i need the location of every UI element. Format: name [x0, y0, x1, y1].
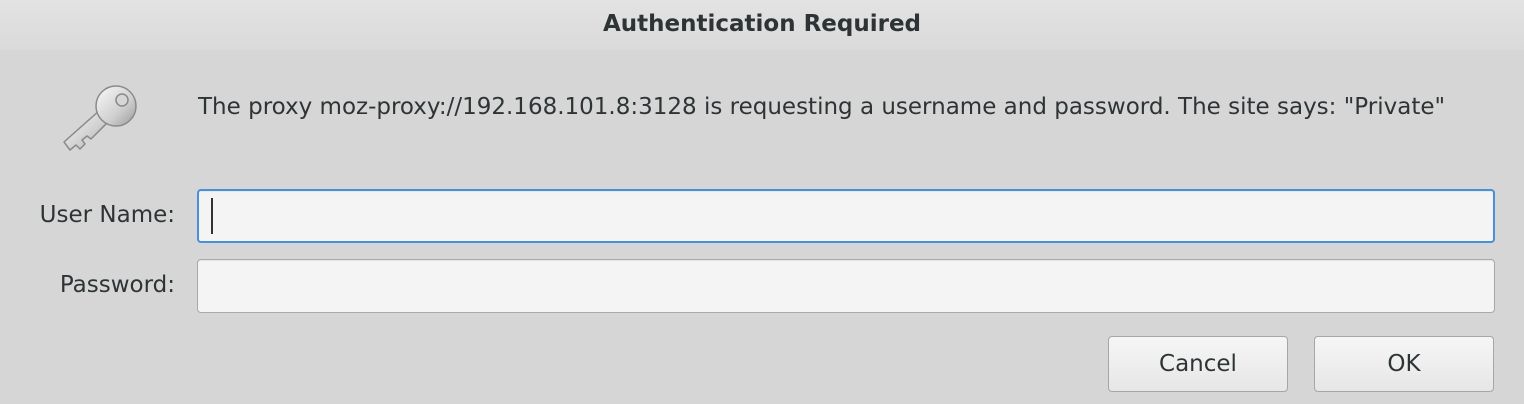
text-caret: [211, 198, 213, 234]
key-icon: [56, 80, 144, 156]
password-field[interactable]: [197, 259, 1495, 313]
username-field[interactable]: [197, 189, 1495, 243]
auth-message: The proxy moz-proxy://192.168.101.8:3128…: [198, 94, 1446, 120]
dialog-title: Authentication Required: [602, 11, 922, 37]
cancel-button[interactable]: Cancel: [1108, 336, 1288, 392]
dialog-titlebar: Authentication Required: [0, 0, 1524, 50]
ok-button[interactable]: OK: [1314, 336, 1494, 392]
username-label: User Name:: [39, 202, 175, 228]
password-label: Password:: [59, 272, 175, 298]
